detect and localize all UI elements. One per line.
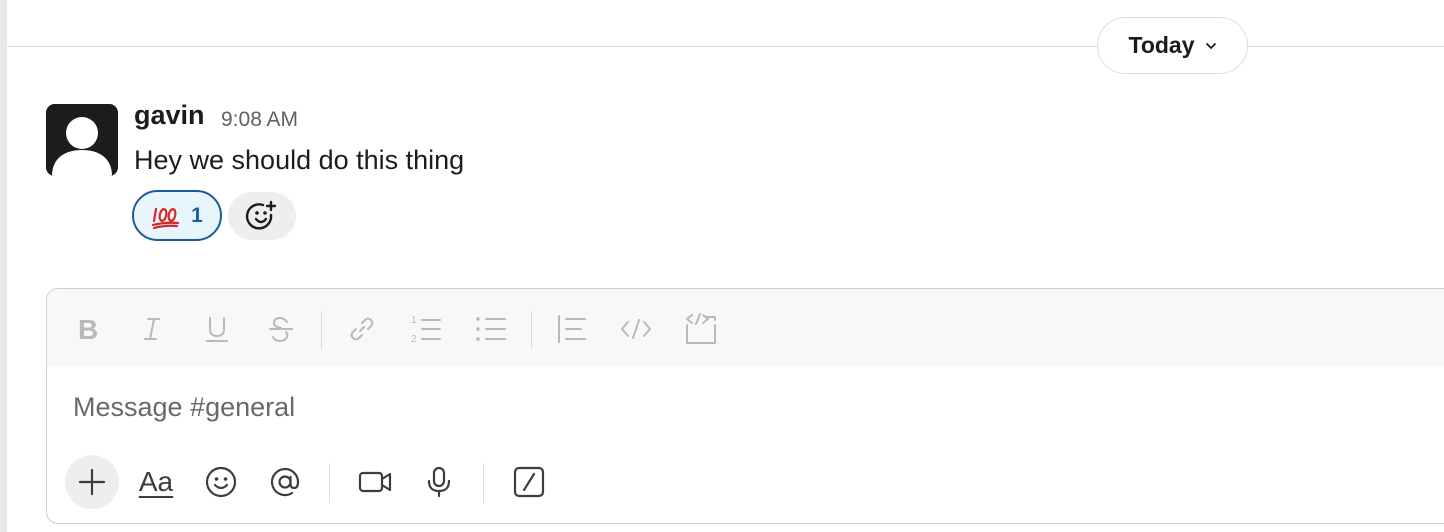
attach-button[interactable] [65, 455, 119, 509]
blockquote-button[interactable] [550, 307, 594, 351]
mention-icon [270, 467, 300, 497]
add-emoji-icon [245, 200, 277, 230]
strikethrough-icon [269, 316, 293, 343]
strikethrough-button[interactable] [259, 307, 303, 351]
hundred-points-emoji-icon [151, 201, 181, 231]
chevron-down-icon [1205, 40, 1217, 52]
reaction-hundred[interactable]: 1 [132, 190, 222, 241]
add-reaction-button[interactable] [228, 192, 296, 240]
sidebar-edge [0, 0, 7, 532]
microphone-icon [427, 466, 451, 498]
default-user-icon [46, 104, 118, 176]
emoji-button[interactable] [194, 455, 248, 509]
slash-command-button[interactable] [502, 455, 556, 509]
code-button[interactable] [614, 307, 658, 351]
ordered-list-icon: 1 2 [411, 315, 441, 345]
plus-icon [78, 468, 106, 496]
text-format-icon: Aa [138, 466, 174, 497]
video-button[interactable] [348, 455, 402, 509]
date-divider-label: Today [1128, 32, 1195, 58]
italic-button[interactable] [130, 307, 174, 351]
svg-text:B: B [78, 314, 98, 344]
link-button[interactable] [340, 307, 384, 351]
code-block-button[interactable] [679, 307, 723, 351]
mention-button[interactable] [258, 455, 312, 509]
italic-icon [144, 318, 160, 340]
message-text: Hey we should do this thing [134, 145, 465, 175]
audio-clip-button[interactable] [412, 455, 466, 509]
toolbar-divider [321, 311, 322, 349]
code-block-icon [686, 313, 716, 344]
message-composer: B 1 2 Message #general Aa [46, 288, 1444, 524]
video-icon [358, 471, 392, 493]
formatting-toolbar: B 1 2 [47, 289, 1444, 367]
slash-command-icon [513, 466, 545, 498]
message-timestamp[interactable]: 9:08 AM [221, 108, 298, 132]
svg-text:1: 1 [411, 315, 417, 326]
avatar[interactable] [46, 104, 118, 176]
action-bar-divider [329, 463, 330, 503]
underline-icon [206, 317, 228, 342]
text-format-button[interactable]: Aa [129, 455, 183, 509]
bulleted-list-button[interactable] [469, 307, 513, 351]
bold-button[interactable]: B [66, 307, 110, 351]
message-author[interactable]: gavin [134, 100, 205, 131]
bulleted-list-icon [476, 317, 506, 341]
svg-text:2: 2 [411, 334, 417, 345]
link-icon [350, 317, 374, 341]
toolbar-divider [531, 311, 532, 349]
blockquote-icon [558, 315, 586, 343]
code-icon [621, 319, 651, 339]
reaction-count: 1 [191, 203, 203, 227]
bold-icon: B [78, 314, 98, 344]
date-divider-button[interactable]: Today [1097, 17, 1248, 74]
message-input[interactable] [73, 387, 1373, 427]
action-bar-divider [483, 463, 484, 503]
ordered-list-button[interactable]: 1 2 [404, 307, 448, 351]
underline-button[interactable] [195, 307, 239, 351]
emoji-icon [205, 466, 237, 498]
